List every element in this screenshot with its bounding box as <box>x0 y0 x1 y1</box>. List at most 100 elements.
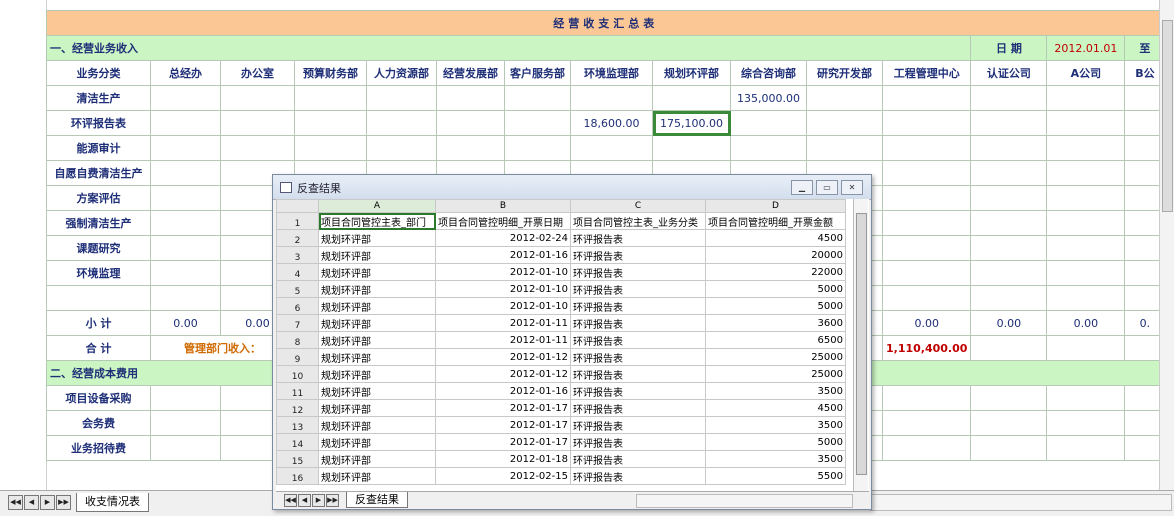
grid-header-cell[interactable]: 项目合同管控主表_业务分类 <box>570 212 706 230</box>
grid-cell[interactable]: 2012-01-16 <box>435 382 571 400</box>
sheet-tab-lookup[interactable]: 反查结果 <box>346 492 408 508</box>
empty-cell[interactable] <box>881 385 972 411</box>
grid-cell[interactable]: 4500 <box>705 399 846 417</box>
empty-cell[interactable] <box>970 160 1048 186</box>
empty-cell[interactable] <box>150 110 221 136</box>
next-sheet-icon[interactable]: ▶ <box>312 494 325 507</box>
report-title[interactable]: 经营收支汇总表 <box>45 10 1166 36</box>
grid-cell[interactable]: 3500 <box>705 416 846 434</box>
grid-cell[interactable]: 规划环评部 <box>318 467 436 485</box>
grid-cell[interactable]: 20000 <box>705 246 846 264</box>
grid-cell[interactable]: 5000 <box>705 280 846 298</box>
empty-cell[interactable] <box>970 110 1048 136</box>
row-number[interactable]: 3 <box>276 246 319 264</box>
grid-cell[interactable]: 环评报告表 <box>570 365 706 383</box>
empty-cell[interactable] <box>881 285 972 311</box>
subtotal-value[interactable]: 0.00 <box>970 310 1048 336</box>
row-label[interactable]: 课题研究 <box>46 235 151 261</box>
empty-cell[interactable] <box>366 85 437 111</box>
empty-cell[interactable] <box>1046 135 1126 161</box>
grid-cell[interactable]: 5000 <box>705 297 846 315</box>
row-number[interactable]: 10 <box>276 365 319 383</box>
empty-cell[interactable] <box>1046 85 1126 111</box>
grid-cell[interactable]: 2012-01-11 <box>435 314 571 332</box>
total-label[interactable]: 合 计 <box>46 335 151 361</box>
empty-cell[interactable] <box>150 260 221 286</box>
empty-cell[interactable] <box>436 110 505 136</box>
empty-cell[interactable] <box>970 135 1048 161</box>
row-label[interactable]: 能源审计 <box>46 135 151 161</box>
grid-cell[interactable]: 2012-01-10 <box>435 297 571 315</box>
column-header[interactable]: 业务分类 <box>46 60 151 86</box>
empty-cell[interactable] <box>652 135 731 161</box>
empty-cell[interactable] <box>970 410 1048 436</box>
column-header[interactable]: 办公室 <box>220 60 295 86</box>
grid-header-cell[interactable]: 项目合同管控明细_开票日期 <box>435 212 571 230</box>
row-number[interactable]: 12 <box>276 399 319 417</box>
empty-cell[interactable] <box>150 285 221 311</box>
date-value[interactable]: 2012.01.01 <box>1046 35 1126 61</box>
empty-cell[interactable] <box>220 135 295 161</box>
empty-cell[interactable] <box>570 135 653 161</box>
row-number[interactable]: 1 <box>276 212 319 230</box>
grid-cell[interactable]: 规划环评部 <box>318 450 436 468</box>
grid-cell[interactable]: 2012-01-16 <box>435 246 571 264</box>
grid-cell[interactable]: 环评报告表 <box>570 314 706 332</box>
grid-cell[interactable]: 规划环评部 <box>318 297 436 315</box>
grid-cell[interactable]: 规划环评部 <box>318 263 436 281</box>
empty-cell[interactable] <box>1046 435 1126 461</box>
dialog-titlebar[interactable]: 反查结果 ▁ ▭ ✕ <box>273 175 871 200</box>
grid-cell[interactable]: 4500 <box>705 229 846 247</box>
column-letter[interactable]: D <box>705 199 846 213</box>
grid-cell[interactable]: 环评报告表 <box>570 467 706 485</box>
subtotal-value[interactable]: 0.00 <box>1046 310 1126 336</box>
empty-cell[interactable] <box>881 410 972 436</box>
prev-sheet-icon[interactable]: ◀ <box>298 494 311 507</box>
empty-cell[interactable] <box>806 85 883 111</box>
grid-cell[interactable]: 5000 <box>705 433 846 451</box>
first-sheet-icon[interactable]: ◀◀ <box>8 495 23 510</box>
value-cell[interactable]: 135,000.00 <box>730 85 807 111</box>
empty-cell[interactable] <box>970 335 1048 361</box>
row-label[interactable]: 会务费 <box>46 410 151 436</box>
grid-cell[interactable]: 环评报告表 <box>570 246 706 264</box>
row-number[interactable]: 16 <box>276 467 319 485</box>
empty-cell[interactable] <box>150 160 221 186</box>
empty-cell[interactable] <box>806 110 883 136</box>
empty-cell[interactable] <box>150 235 221 261</box>
column-header[interactable]: A公司 <box>1046 60 1126 86</box>
grid-scroll-thumb[interactable] <box>856 213 867 475</box>
row-label[interactable]: 自愿自费清洁生产 <box>46 160 151 186</box>
grid-cell[interactable]: 2012-01-17 <box>435 416 571 434</box>
column-header[interactable]: 研究开发部 <box>806 60 883 86</box>
grid-cell[interactable]: 22000 <box>705 263 846 281</box>
row-number[interactable]: 13 <box>276 416 319 434</box>
empty-cell[interactable] <box>1046 335 1126 361</box>
grid-cell[interactable]: 规划环评部 <box>318 280 436 298</box>
lookup-result-dialog[interactable]: 反查结果 ▁ ▭ ✕ A B C D 1 项目合同管控主表_部门 项目合同管控明细_开票日期… <box>272 174 872 510</box>
result-grid[interactable]: A B C D 1 项目合同管控主表_部门 项目合同管控明细_开票日期 项目合同管控主表_业务… <box>276 199 869 492</box>
row-number[interactable]: 15 <box>276 450 319 468</box>
empty-cell[interactable] <box>366 110 437 136</box>
grid-cell[interactable]: 规划环评部 <box>318 331 436 349</box>
empty-cell[interactable] <box>970 85 1048 111</box>
grid-cell[interactable]: 2012-01-12 <box>435 365 571 383</box>
grid-cell[interactable]: 规划环评部 <box>318 246 436 264</box>
grid-vertical-scrollbar[interactable] <box>853 199 868 492</box>
empty-cell[interactable] <box>294 85 367 111</box>
value-cell[interactable]: 18,600.00 <box>570 110 653 136</box>
grid-cell[interactable]: 25000 <box>705 365 846 383</box>
sheet-tab-summary[interactable]: 收支情况表 <box>76 493 149 512</box>
column-header[interactable]: 规划环评部 <box>652 60 731 86</box>
row-number[interactable]: 8 <box>276 331 319 349</box>
empty-cell[interactable] <box>1046 160 1126 186</box>
row-number[interactable]: 5 <box>276 280 319 298</box>
grid-cell[interactable]: 环评报告表 <box>570 229 706 247</box>
empty-cell[interactable] <box>294 135 367 161</box>
row-label[interactable]: 清洁生产 <box>46 85 151 111</box>
empty-cell[interactable] <box>220 110 295 136</box>
empty-cell[interactable] <box>504 135 571 161</box>
column-header[interactable]: 经营发展部 <box>436 60 505 86</box>
row-label[interactable]: 环境监理 <box>46 260 151 286</box>
section-income-label[interactable]: 一、经营业务收入 <box>45 35 972 61</box>
